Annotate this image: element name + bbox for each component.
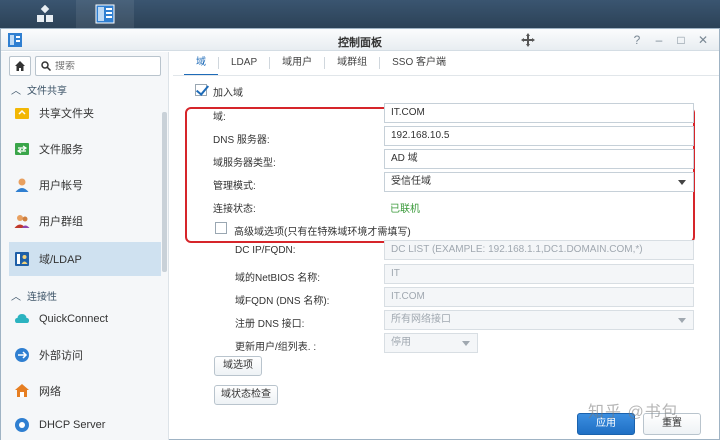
search-input[interactable] (55, 60, 155, 72)
tab-domain-groups[interactable]: 域群组 (325, 57, 381, 69)
network-icon (13, 382, 31, 400)
quickconnect-icon (13, 310, 31, 328)
home-button[interactable] (9, 56, 31, 76)
grid-menu-icon (37, 5, 53, 22)
update-users-select[interactable]: 停用 (384, 333, 478, 353)
help-button[interactable]: ? (629, 32, 645, 48)
server-type-field[interactable]: AD 域 (384, 149, 694, 169)
control-panel-icon (95, 4, 115, 24)
file-service-icon (13, 140, 31, 158)
window-title: 控制面板 (338, 37, 382, 49)
fqdn-field[interactable]: IT.COM (384, 287, 694, 307)
netbios-label: 域的NetBIOS 名称: (235, 273, 321, 284)
tab-domain-users[interactable]: 域用户 (270, 57, 326, 69)
advanced-options-checkbox[interactable] (215, 222, 227, 234)
management-mode-label: 管理模式: (213, 181, 256, 192)
dc-ip-label: DC IP/FQDN: (235, 245, 296, 256)
main-menu-button[interactable] (16, 0, 74, 28)
join-domain-label: 加入域 (213, 88, 243, 99)
connection-status-label: 连接状态: (213, 204, 256, 215)
domain-field[interactable]: IT.COM (384, 103, 694, 123)
update-users-label: 更新用户/组列表. : (235, 342, 317, 353)
control-panel-taskbar-button[interactable] (76, 0, 134, 28)
watermark-text: 知乎 @书包 (588, 404, 679, 421)
section-connectivity[interactable]: ︿ 连接性 (11, 288, 57, 303)
chevron-up-icon: ︿ (11, 86, 21, 97)
taskbar (0, 0, 720, 28)
sidebar-item-domain-ldap[interactable]: 域/LDAP (9, 242, 161, 276)
minimize-button[interactable]: – (651, 32, 667, 48)
section-file-sharing[interactable]: ︿ 文件共享 (11, 82, 67, 97)
server-type-label: 域服务器类型: (213, 158, 276, 169)
connection-status-value: 已联机 (390, 204, 420, 215)
sidebar-item-file-service[interactable]: 文件服务 (9, 132, 161, 166)
register-dns-select[interactable]: 所有网络接口 (384, 310, 694, 330)
sidebar-item-user[interactable]: 用户帐号 (9, 168, 161, 202)
tab-ldap[interactable]: LDAP (219, 57, 271, 69)
domain-ldap-icon (13, 250, 31, 268)
sidebar-item-network[interactable]: 网络 (9, 374, 161, 408)
user-group-icon (13, 212, 31, 230)
sidebar-item-user-group[interactable]: 用户群组 (9, 204, 161, 238)
sidebar-search[interactable] (35, 56, 161, 76)
shared-folder-icon (13, 104, 31, 122)
advanced-options-label: 高级域选项(只有在特殊域环境才需填写) (234, 227, 411, 238)
fqdn-label: 域FQDN (DNS 名称): (235, 296, 330, 307)
management-mode-select[interactable]: 受信任域 (384, 172, 694, 192)
sidebar-scrollbar[interactable] (162, 112, 167, 272)
external-access-icon (13, 346, 31, 364)
domain-status-check-button[interactable]: 域状态检查 (214, 385, 278, 405)
sidebar: ︿ 文件共享 共享文件夹 文件服务 用户帐号 用户群组 (1, 52, 169, 440)
title-bar[interactable]: 控制面板 ? – □ ✕ (1, 29, 719, 51)
sidebar-item-quickconnect[interactable]: QuickConnect (9, 302, 161, 336)
dc-ip-field[interactable]: DC LIST (EXAMPLE: 192.168.1.1,DC1.DOMAIN… (384, 240, 694, 260)
sidebar-item-dhcp-server[interactable]: DHCP Server (9, 408, 161, 440)
tab-sso-client[interactable]: SSO 客户端 (380, 57, 458, 69)
sidebar-item-external-access[interactable]: 外部访问 (9, 338, 161, 372)
dns-server-field[interactable]: 192.168.10.5 (384, 126, 694, 146)
close-button[interactable]: ✕ (695, 32, 711, 48)
maximize-button[interactable]: □ (673, 32, 689, 48)
register-dns-label: 注册 DNS 接口: (235, 319, 305, 330)
netbios-field[interactable]: IT (384, 264, 694, 284)
user-icon (13, 176, 31, 194)
home-icon (15, 61, 25, 71)
domain-label: 域: (213, 112, 226, 123)
dns-server-label: DNS 服务器: (213, 135, 270, 146)
tab-bar: 域 LDAP 域用户 域群组 SSO 客户端 (184, 52, 458, 76)
dhcp-icon (13, 416, 31, 434)
search-icon (41, 61, 51, 71)
join-domain-checkbox[interactable] (195, 84, 207, 96)
sidebar-item-shared-folder[interactable]: 共享文件夹 (9, 96, 161, 130)
chevron-up-icon: ︿ (11, 292, 21, 303)
tab-divider (173, 75, 719, 76)
domain-options-button[interactable]: 域选项 (214, 356, 262, 376)
move-icon (521, 33, 535, 47)
tab-domain[interactable]: 域 (184, 57, 219, 76)
control-panel-window: 控制面板 ? – □ ✕ 搜索 ︿ 文件共享 共享文件夹 文件服务 用户帐号 用… (0, 28, 720, 440)
